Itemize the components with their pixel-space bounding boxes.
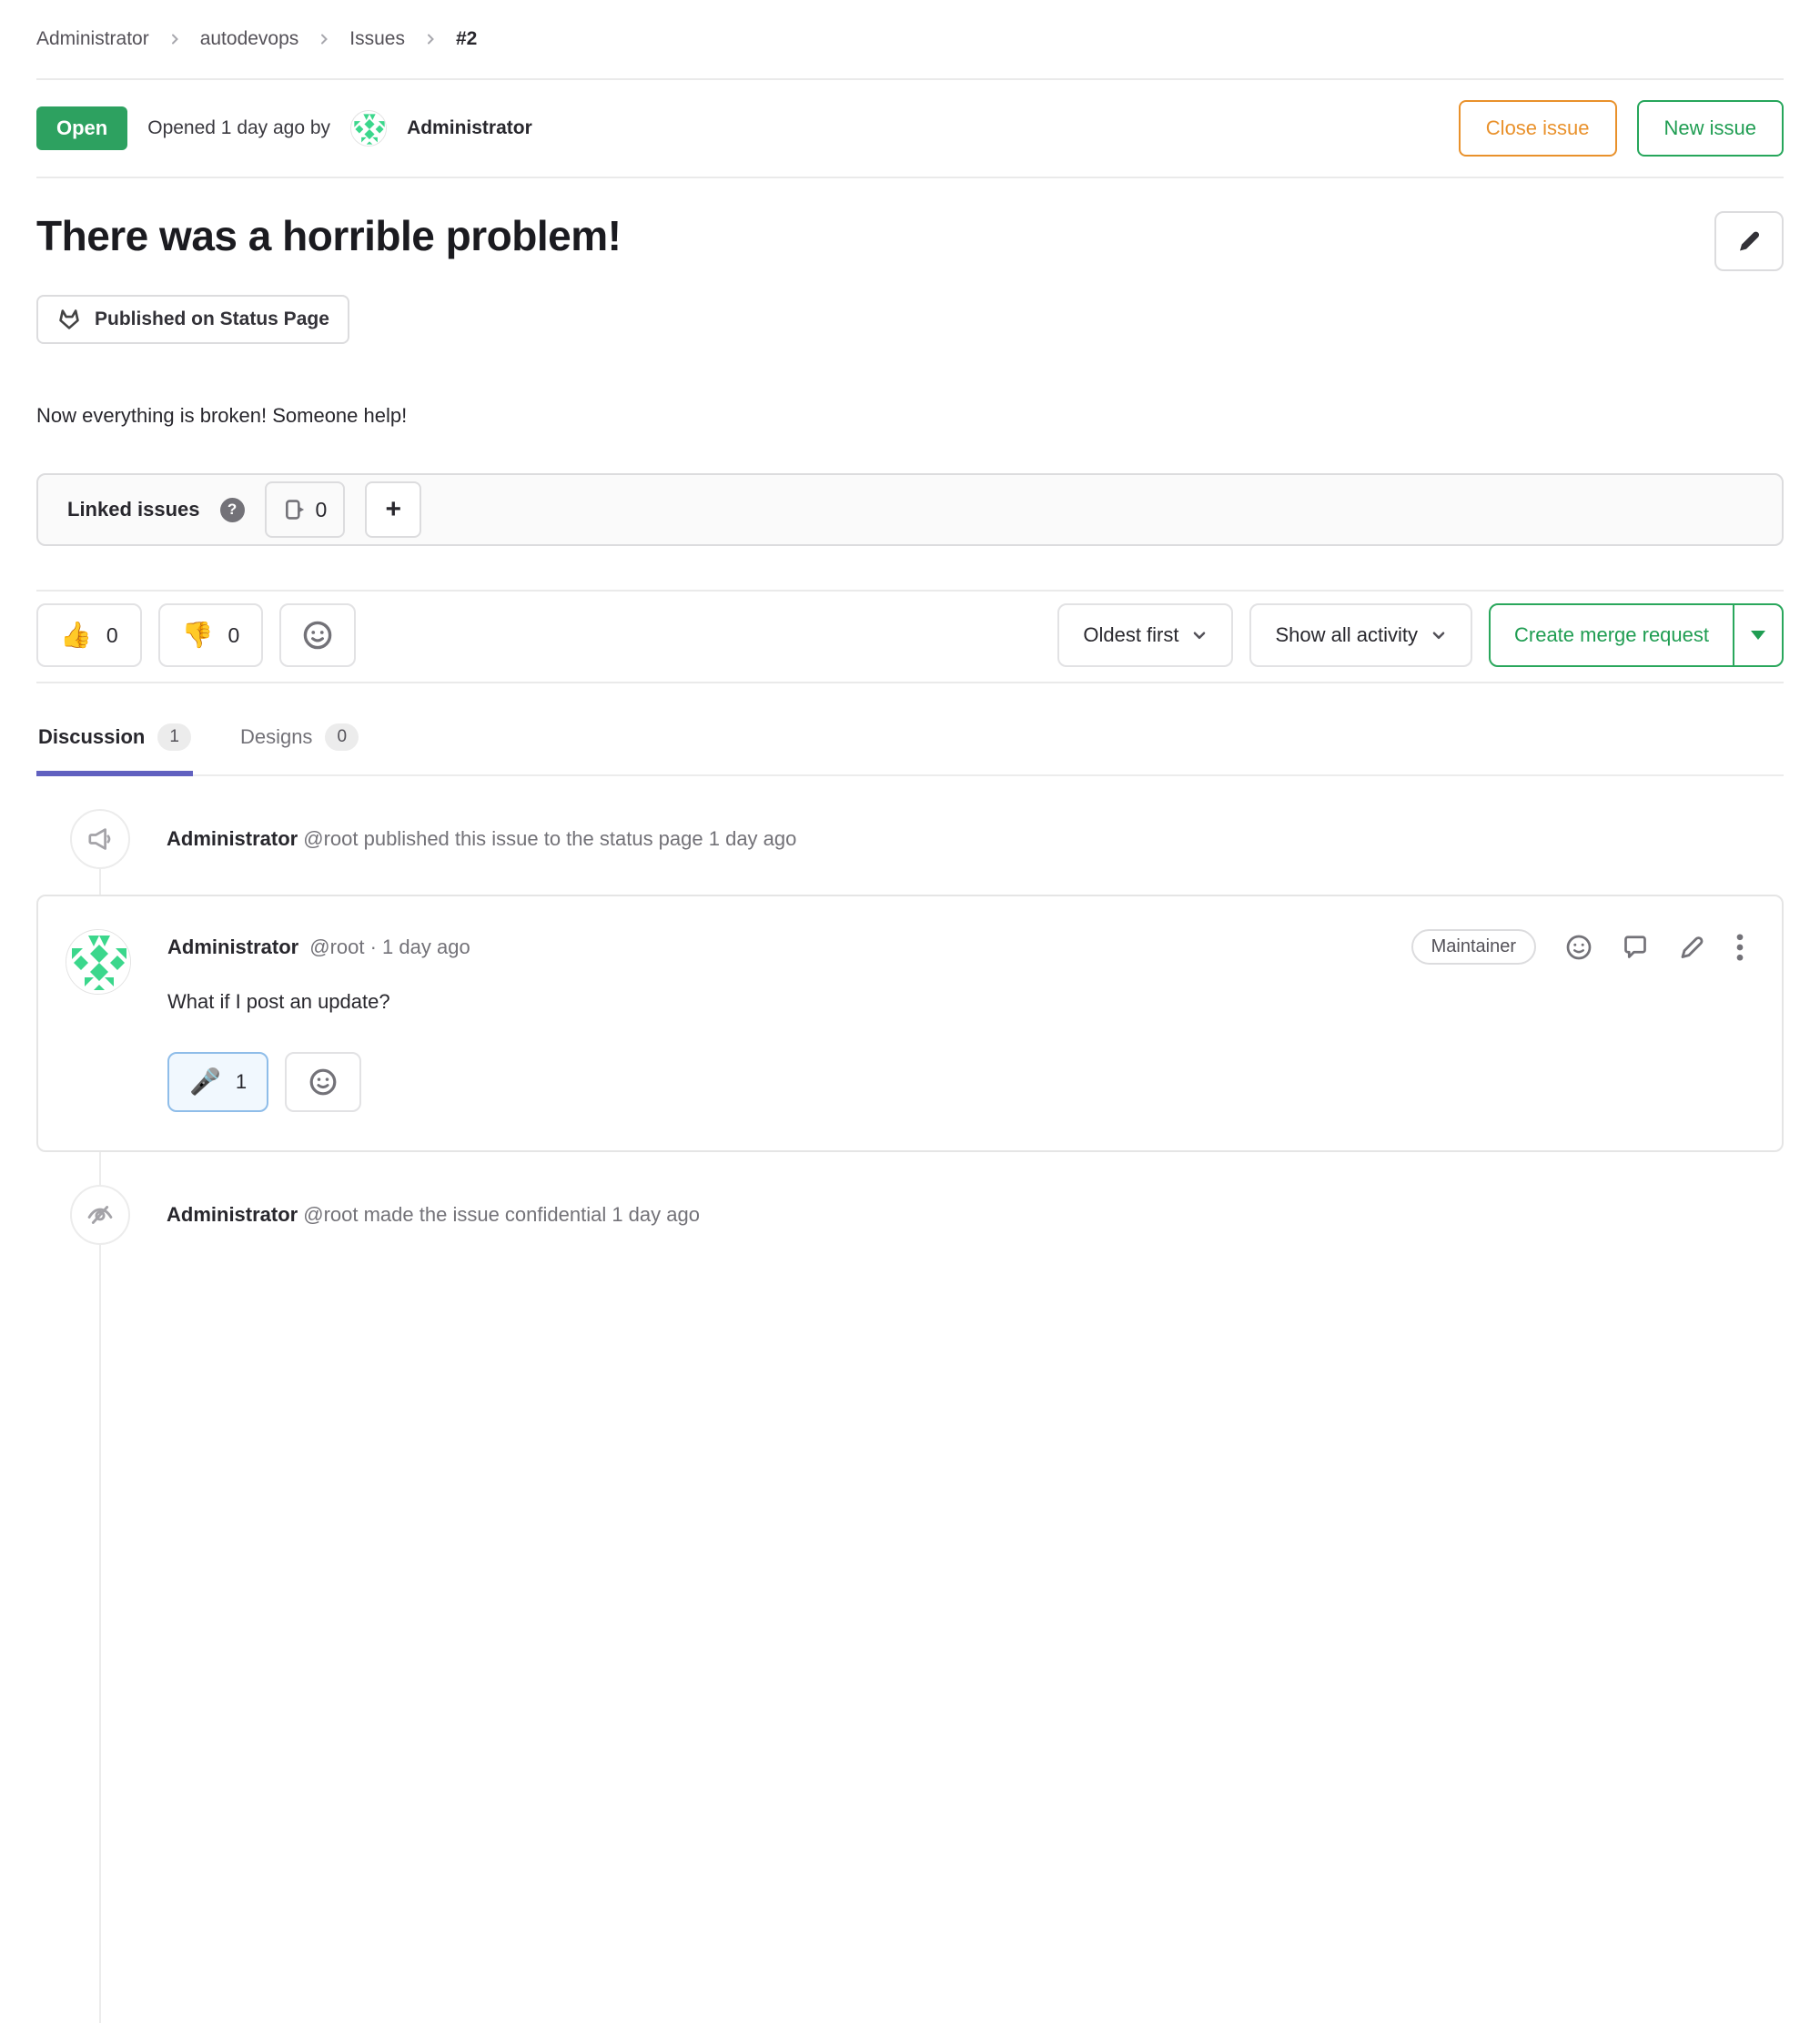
chevron-down-icon <box>1191 627 1208 643</box>
ellipsis-vertical-icon <box>1734 933 1745 962</box>
create-merge-request-split-button: Create merge request <box>1489 603 1784 667</box>
tab-discussion-label: Discussion <box>38 725 145 749</box>
add-reaction-button[interactable] <box>285 1052 361 1112</box>
megaphone-icon <box>70 809 130 869</box>
speech-bubble-icon <box>1622 934 1649 961</box>
caret-down-icon <box>1751 631 1765 640</box>
event-body: @root made the issue confidential 1 day … <box>303 1203 700 1226</box>
event-text: Administrator@root made the issue confid… <box>167 1203 700 1227</box>
avatar[interactable] <box>350 110 387 147</box>
breadcrumb-item-administrator[interactable]: Administrator <box>36 28 149 50</box>
breadcrumb-separator-icon <box>423 32 438 46</box>
activity-timeline: Administrator@root published this issue … <box>36 776 1784 1245</box>
tab-discussion-count: 1 <box>157 723 191 751</box>
status-page-badge-label: Published on Status Page <box>95 309 329 330</box>
avatar[interactable] <box>66 929 131 995</box>
more-actions-button[interactable] <box>1734 933 1745 962</box>
chevron-down-icon <box>1431 627 1447 643</box>
tab-designs[interactable]: Designs 0 <box>238 723 360 774</box>
status-page-badge: Published on Status Page <box>36 295 349 344</box>
close-issue-button[interactable]: Close issue <box>1459 100 1617 157</box>
comment-meta: @root · 1 day ago <box>309 936 470 959</box>
thumbs-down-button[interactable]: 👎 0 <box>158 603 264 667</box>
edit-comment-button[interactable] <box>1678 934 1705 961</box>
linked-issues-count: 0 <box>316 498 328 522</box>
event-text: Administrator@root published this issue … <box>167 827 796 851</box>
thumbs-up-emoji: 👍 <box>60 622 92 648</box>
comment-header: Administrator @root · 1 day ago Maintain… <box>167 929 1745 965</box>
breadcrumb-item-autodevops[interactable]: autodevops <box>200 28 299 50</box>
thumbs-up-button[interactable]: 👍 0 <box>36 603 142 667</box>
microphone-emoji: 🎤 <box>189 1069 221 1095</box>
tab-designs-label: Designs <box>240 725 312 749</box>
smiley-icon <box>1565 934 1592 961</box>
sort-dropdown[interactable]: Oldest first <box>1057 603 1233 667</box>
breadcrumb-item-issues[interactable]: Issues <box>349 28 405 50</box>
new-issue-button[interactable]: New issue <box>1637 100 1784 157</box>
comment-body: What if I post an update? <box>167 990 1745 1014</box>
eye-slash-icon <box>70 1185 130 1245</box>
pencil-icon <box>1735 228 1763 255</box>
comment-card: Administrator @root · 1 day ago Maintain… <box>36 895 1784 1152</box>
comment-author[interactable]: Administrator <box>167 936 298 959</box>
opened-text: Opened 1 day ago by <box>147 117 330 139</box>
breadcrumb-separator-icon <box>317 32 331 46</box>
activity-filter-dropdown[interactable]: Show all activity <box>1249 603 1472 667</box>
pencil-icon <box>1678 934 1705 961</box>
add-linked-issue-button[interactable]: + <box>365 481 421 538</box>
issue-page: Administrator autodevops Issues #2 Open … <box>0 0 1820 1245</box>
linked-issues-label: Linked issues <box>67 498 200 521</box>
event-author[interactable]: Administrator <box>167 1203 298 1226</box>
tab-designs-count: 0 <box>325 723 359 751</box>
edit-title-button[interactable] <box>1714 211 1784 271</box>
add-emoji-button[interactable] <box>1565 934 1592 961</box>
status-badge: Open <box>36 106 127 150</box>
create-merge-request-button[interactable]: Create merge request <box>1491 605 1734 665</box>
tab-discussion[interactable]: Discussion 1 <box>36 723 193 774</box>
create-merge-request-caret-button[interactable] <box>1734 605 1782 665</box>
thumbs-down-emoji: 👎 <box>182 622 214 648</box>
comment-reactions: 🎤 1 <box>167 1052 1745 1112</box>
smiley-icon <box>302 620 333 651</box>
breadcrumb-current: #2 <box>456 28 477 50</box>
event-body: @root published this issue to the status… <box>303 827 796 850</box>
reply-comment-button[interactable] <box>1622 934 1649 961</box>
linked-issues-count-badge[interactable]: 0 <box>265 481 346 538</box>
system-note-published: Administrator@root published this issue … <box>36 809 1784 869</box>
issue-description: Now everything is broken! Someone help! <box>36 404 1784 428</box>
thumbs-down-count: 0 <box>228 623 240 648</box>
sort-dropdown-label: Oldest first <box>1083 623 1178 647</box>
smiley-icon <box>308 1067 338 1097</box>
breadcrumb-separator-icon <box>167 32 182 46</box>
thumbs-up-count: 0 <box>106 623 118 648</box>
author-name[interactable]: Administrator <box>407 117 532 139</box>
system-note-confidential: Administrator@root made the issue confid… <box>36 1185 1784 1245</box>
issue-status-bar: Open Opened 1 day ago by Administrator C… <box>36 80 1784 178</box>
microphone-reaction-count: 1 <box>236 1070 247 1094</box>
linked-issues-panel: Linked issues ? 0 + <box>36 473 1784 546</box>
microphone-reaction-button[interactable]: 🎤 1 <box>167 1052 268 1112</box>
page-title: There was a horrible problem! <box>36 211 621 261</box>
awards-toolbar-row: 👍 0 👎 0 <box>36 592 1784 683</box>
gitlab-tanuki-icon <box>56 307 82 332</box>
role-badge: Maintainer <box>1411 929 1536 965</box>
event-author[interactable]: Administrator <box>167 827 298 850</box>
add-reaction-button[interactable] <box>279 603 356 667</box>
title-row: There was a horrible problem! <box>36 211 1784 271</box>
issue-type-icon <box>283 498 307 521</box>
breadcrumb: Administrator autodevops Issues #2 <box>36 0 1784 80</box>
help-icon[interactable]: ? <box>220 498 245 522</box>
activity-filter-label: Show all activity <box>1275 623 1418 647</box>
discussion-tabs: Discussion 1 Designs 0 <box>36 683 1784 776</box>
